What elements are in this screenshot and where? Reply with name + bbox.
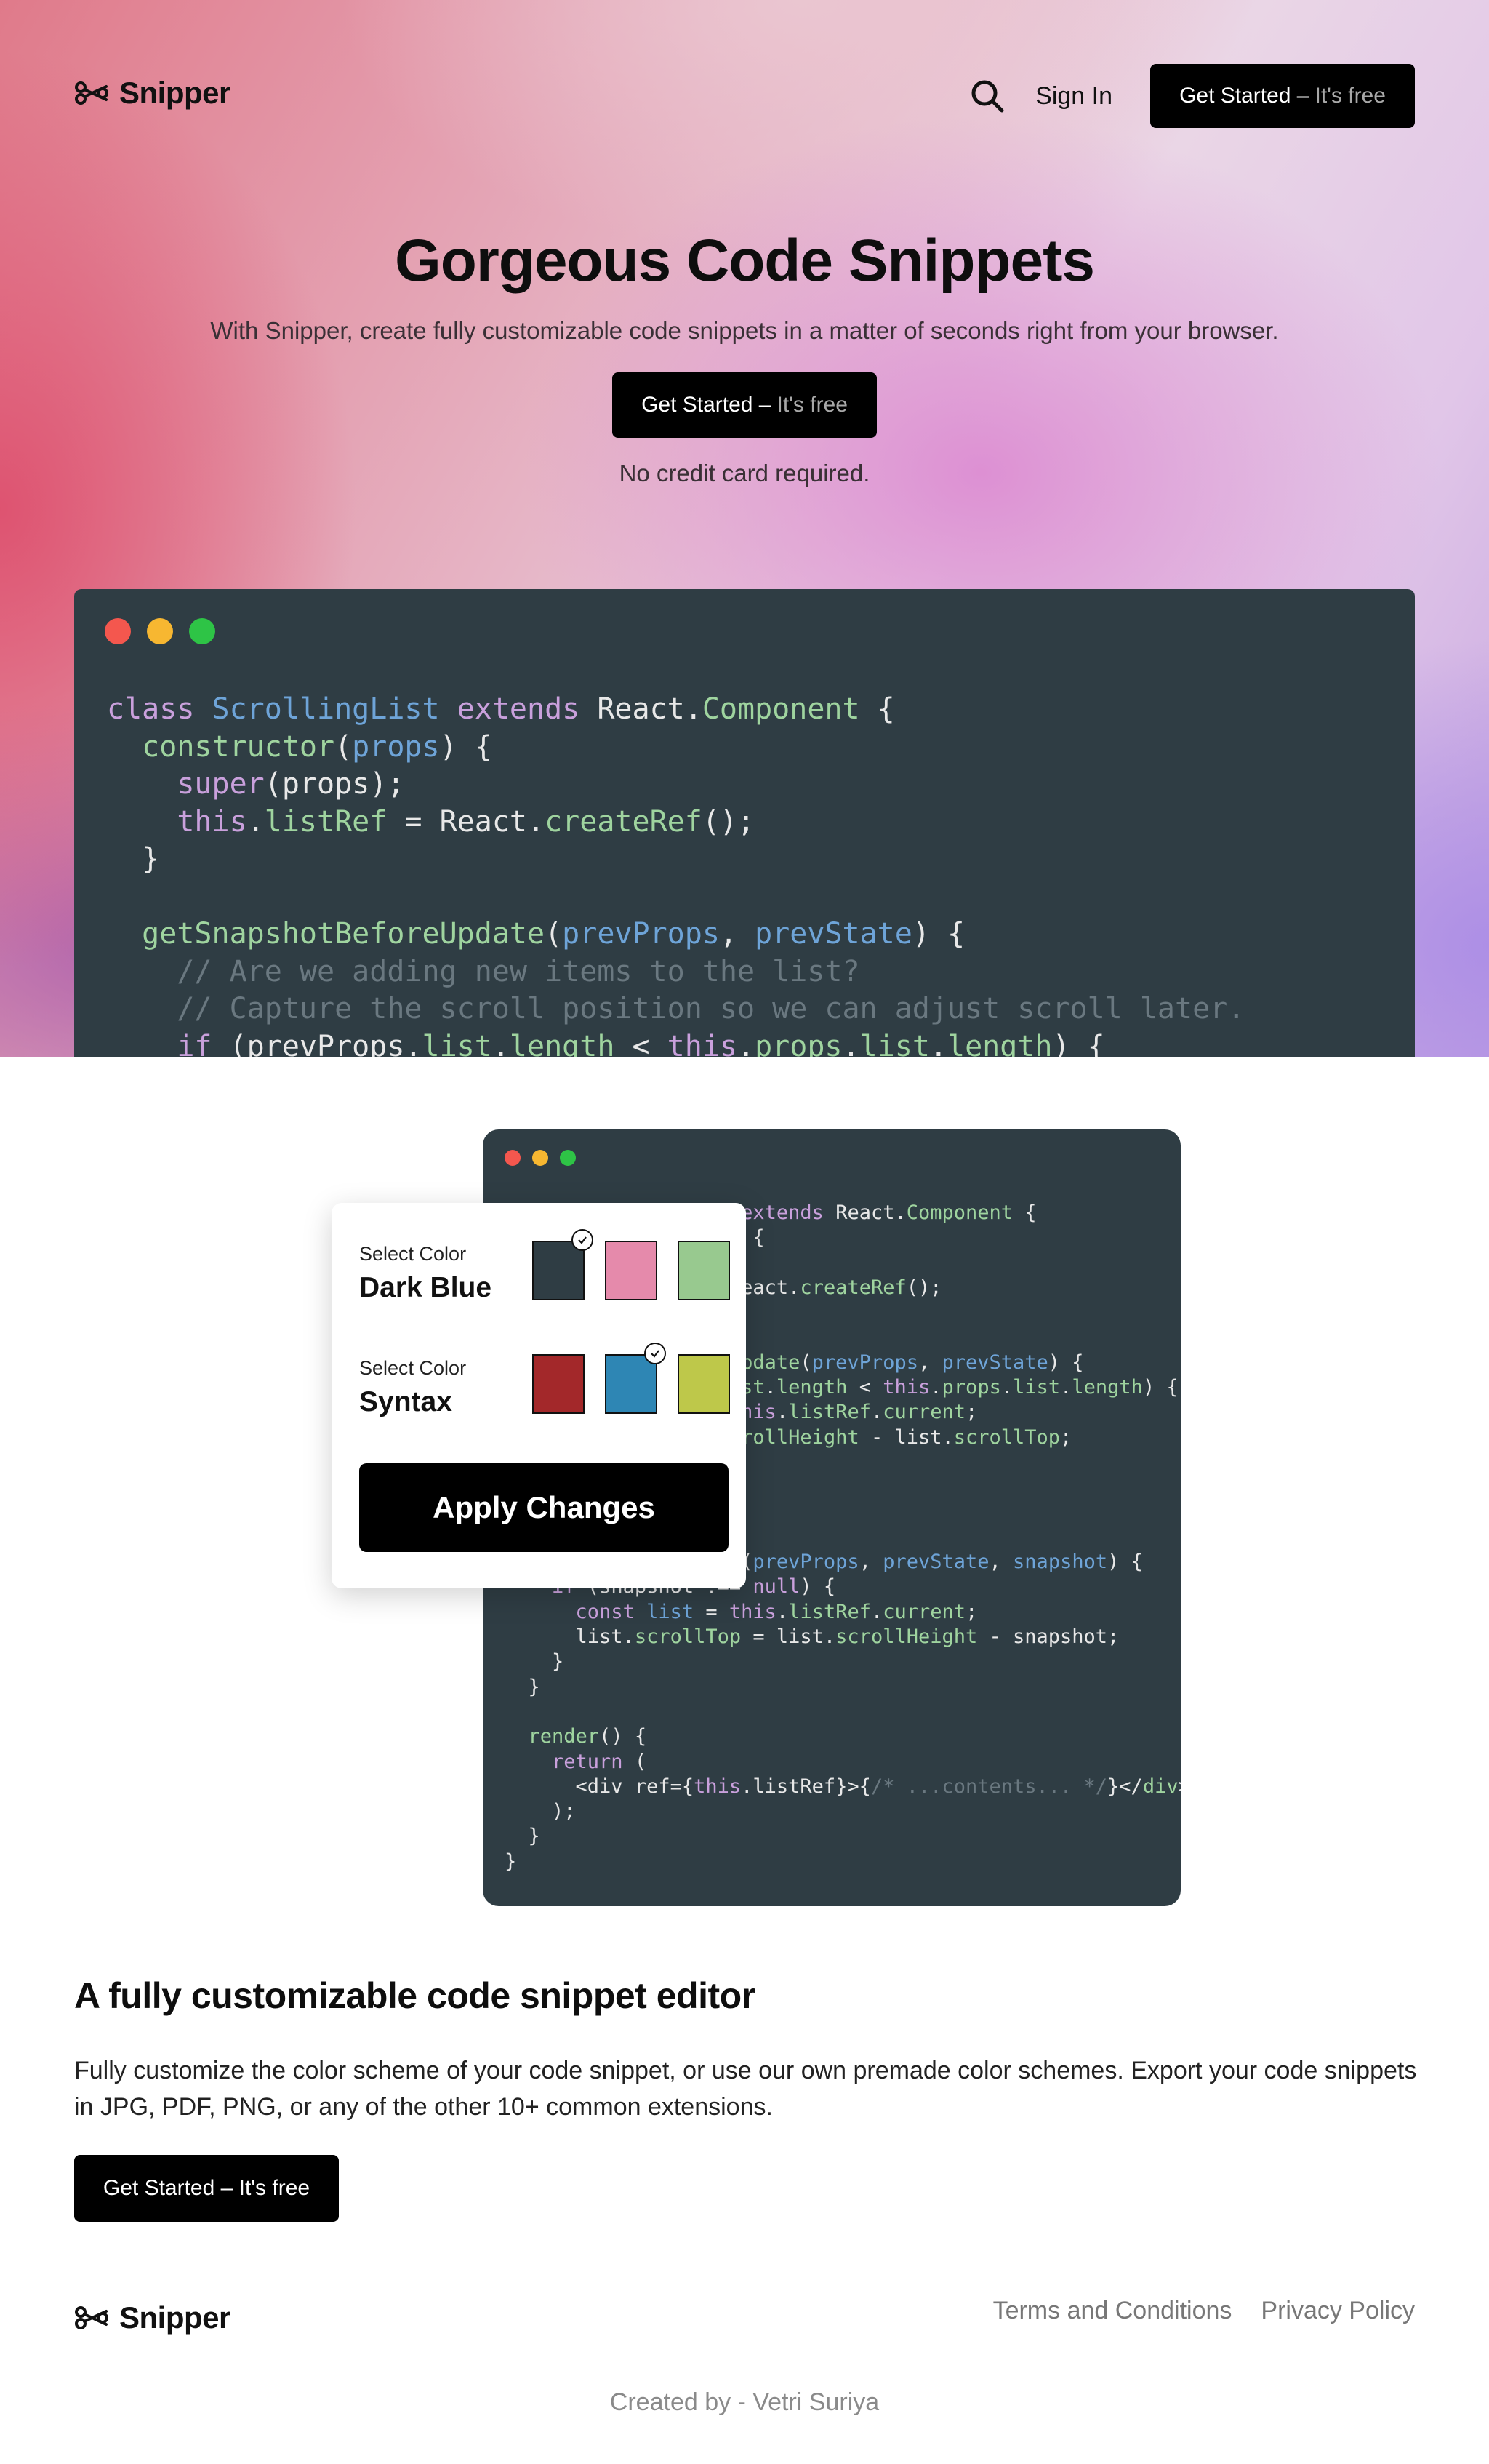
hero-code-window: class ScrollingList extends React.Compon… xyxy=(74,589,1415,1057)
close-dot-icon xyxy=(505,1150,521,1166)
hero-get-started-button[interactable]: Get Started – It's free xyxy=(612,372,877,438)
minimize-dot-icon xyxy=(147,618,173,644)
hero-section: Snipper Sign In Get Started – It's free … xyxy=(0,0,1489,1057)
syntax-color-value: Syntax xyxy=(359,1386,452,1417)
minimize-dot-icon xyxy=(532,1150,548,1166)
credit-text: Created by - Vetri Suriya xyxy=(609,2388,880,2416)
selected-check-icon xyxy=(571,1229,593,1251)
syntax-color-label: Select Color xyxy=(359,1357,467,1379)
nav-logo[interactable]: Snipper xyxy=(74,76,230,111)
window-controls xyxy=(105,618,215,644)
hero-code-block: class ScrollingList extends React.Compon… xyxy=(107,692,1245,1057)
hero-cta-main: Get Started – xyxy=(641,393,771,417)
hero-cta-sub: It's free xyxy=(776,393,848,417)
nav-get-started-button[interactable]: Get Started – It's free xyxy=(1150,64,1415,128)
nav-cta-main: Get Started – xyxy=(1179,84,1309,108)
feature-title: A fully customizable code snippet editor xyxy=(74,1975,755,2016)
feature-description: Fully customize the color scheme of your… xyxy=(74,2057,1417,2121)
maximize-dot-icon xyxy=(189,618,215,644)
no-credit-card-note: No credit card required. xyxy=(619,460,870,487)
hero-subtitle: With Snipper, create fully customizable … xyxy=(210,317,1279,344)
nav-cta-sub: It's free xyxy=(1315,84,1386,108)
swatch-yellow-green[interactable] xyxy=(678,1354,730,1414)
selected-check-icon xyxy=(644,1343,666,1364)
maximize-dot-icon xyxy=(560,1150,576,1166)
search-icon xyxy=(971,80,1004,113)
nav-right: Sign In Get Started – It's free xyxy=(967,64,1415,128)
snipper-logo-icon xyxy=(75,2306,108,2329)
privacy-link[interactable]: Privacy Policy xyxy=(1261,2297,1415,2325)
search-button[interactable] xyxy=(967,76,1008,116)
sign-in-link[interactable]: Sign In xyxy=(1035,82,1112,111)
swatch-pink[interactable] xyxy=(605,1241,657,1300)
color-settings-panel: Select Color Dark Blue Select Color Synt… xyxy=(332,1203,746,1588)
swatch-green[interactable] xyxy=(678,1241,730,1300)
footer-logo[interactable]: Snipper xyxy=(74,2300,230,2335)
window-controls xyxy=(505,1150,576,1166)
check-icon xyxy=(578,1236,587,1244)
terms-link[interactable]: Terms and Conditions xyxy=(993,2297,1232,2325)
swatch-red[interactable] xyxy=(532,1354,585,1414)
page-title: Gorgeous Code Snippets xyxy=(394,228,1095,294)
check-icon xyxy=(651,1350,659,1358)
theme-color-label: Select Color xyxy=(359,1243,467,1265)
theme-color-value: Dark Blue xyxy=(359,1272,492,1303)
footer-brand-name: Snipper xyxy=(119,2300,230,2335)
apply-changes-button[interactable]: Apply Changes xyxy=(359,1463,729,1552)
snipper-logo-icon xyxy=(75,81,108,105)
footer-links: Terms and Conditions Privacy Policy xyxy=(993,2297,1415,2325)
close-dot-icon xyxy=(105,618,131,644)
feature-get-started-button[interactable]: Get Started – It's free xyxy=(74,2155,339,2222)
brand-name: Snipper xyxy=(119,76,230,110)
